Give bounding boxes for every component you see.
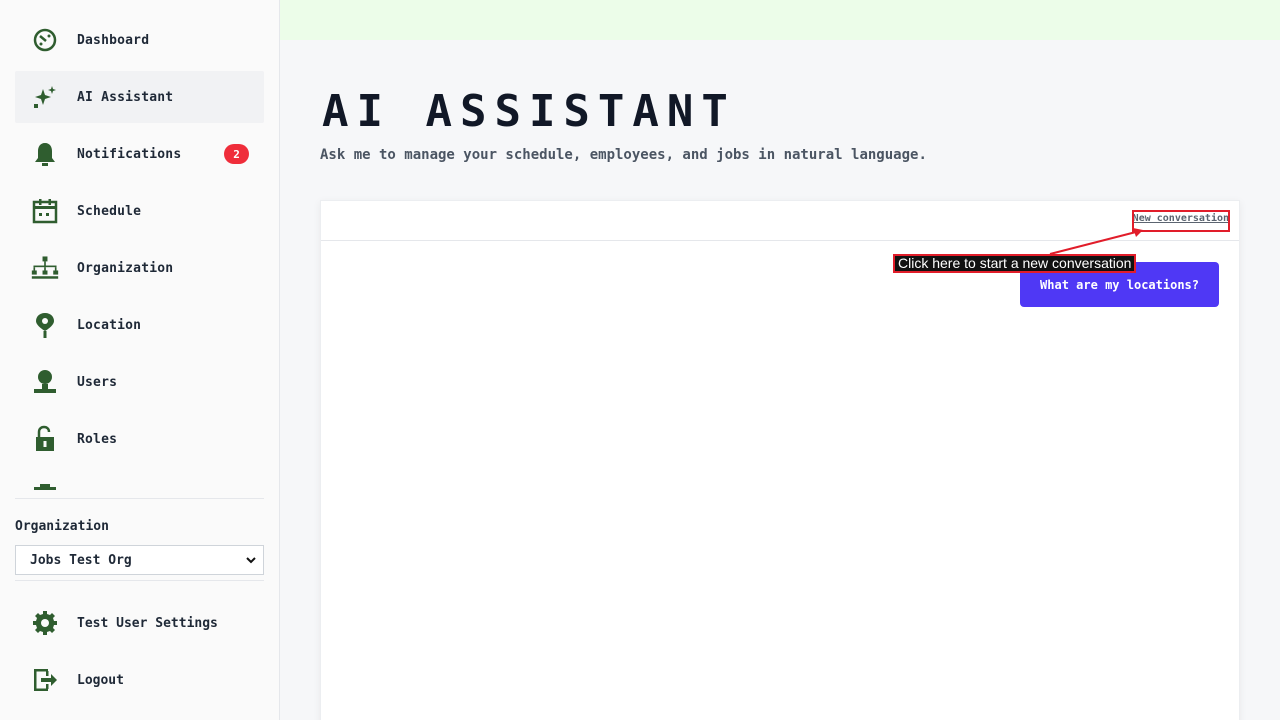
logout-label: Logout <box>77 672 124 688</box>
sidebar-item-label: Dashboard <box>77 32 150 48</box>
new-conversation-link[interactable]: New conversation <box>1133 213 1229 224</box>
sidebar-item-label: Organization <box>77 260 174 276</box>
annotation-tooltip: Click here to start a new conversation <box>893 254 1137 273</box>
sidebar-item-label: Location <box>77 317 142 333</box>
org-chart-icon <box>31 254 59 282</box>
sidebar-item-users[interactable]: Users <box>15 356 264 408</box>
sidebar-nav: Dashboard AI Assistant Notifications 2 S… <box>15 14 264 492</box>
organization-label: Organization <box>15 519 109 534</box>
location-pin-icon <box>31 311 59 339</box>
settings-label: Test User Settings <box>77 615 218 631</box>
sidebar-divider <box>15 498 264 499</box>
sidebar-divider <box>15 580 264 581</box>
sidebar-item-dashboard[interactable]: Dashboard <box>15 14 264 66</box>
sidebar-item-notifications[interactable]: Notifications 2 <box>15 128 264 180</box>
sidebar-item-roles[interactable]: Roles <box>15 413 264 465</box>
logout-icon <box>31 666 59 694</box>
sidebar-item-organization[interactable]: Organization <box>15 242 264 294</box>
organization-select-value: Jobs Test Org <box>30 552 132 568</box>
logout-button[interactable]: Logout <box>15 654 264 706</box>
lock-icon <box>31 425 59 453</box>
sidebar: Dashboard AI Assistant Notifications 2 S… <box>0 0 280 720</box>
gear-icon <box>31 609 59 637</box>
organization-select[interactable]: Jobs Test Org <box>15 545 264 575</box>
sidebar-item-label: Users <box>77 374 118 390</box>
user-icon <box>31 368 59 396</box>
briefcase-icon <box>31 482 59 492</box>
sidebar-item-ai-assistant[interactable]: AI Assistant <box>15 71 264 123</box>
sidebar-item-label: Notifications <box>77 146 182 162</box>
dashboard-icon <box>31 26 59 54</box>
sidebar-item-label: Roles <box>77 431 118 447</box>
page-subtitle: Ask me to manage your schedule, employee… <box>320 147 927 163</box>
chat-header: New conversation <box>321 201 1239 241</box>
sparkle-icon <box>31 83 59 111</box>
calendar-icon <box>31 197 59 225</box>
sidebar-item-partial[interactable] <box>15 470 264 492</box>
sidebar-item-label: Schedule <box>77 203 142 219</box>
top-bar <box>280 0 1280 40</box>
page-title: AI Assistant <box>322 86 736 137</box>
bell-icon <box>31 140 59 168</box>
notification-count-badge: 2 <box>224 144 249 164</box>
sidebar-item-location[interactable]: Location <box>15 299 264 351</box>
chat-panel: New conversation What are my locations? <box>320 200 1240 720</box>
main-content: AI Assistant Ask me to manage your sched… <box>280 40 1280 720</box>
settings-button[interactable]: Test User Settings <box>15 597 264 649</box>
sidebar-item-label: AI Assistant <box>77 89 174 105</box>
sidebar-item-schedule[interactable]: Schedule <box>15 185 264 237</box>
chevron-down-icon <box>246 557 256 564</box>
